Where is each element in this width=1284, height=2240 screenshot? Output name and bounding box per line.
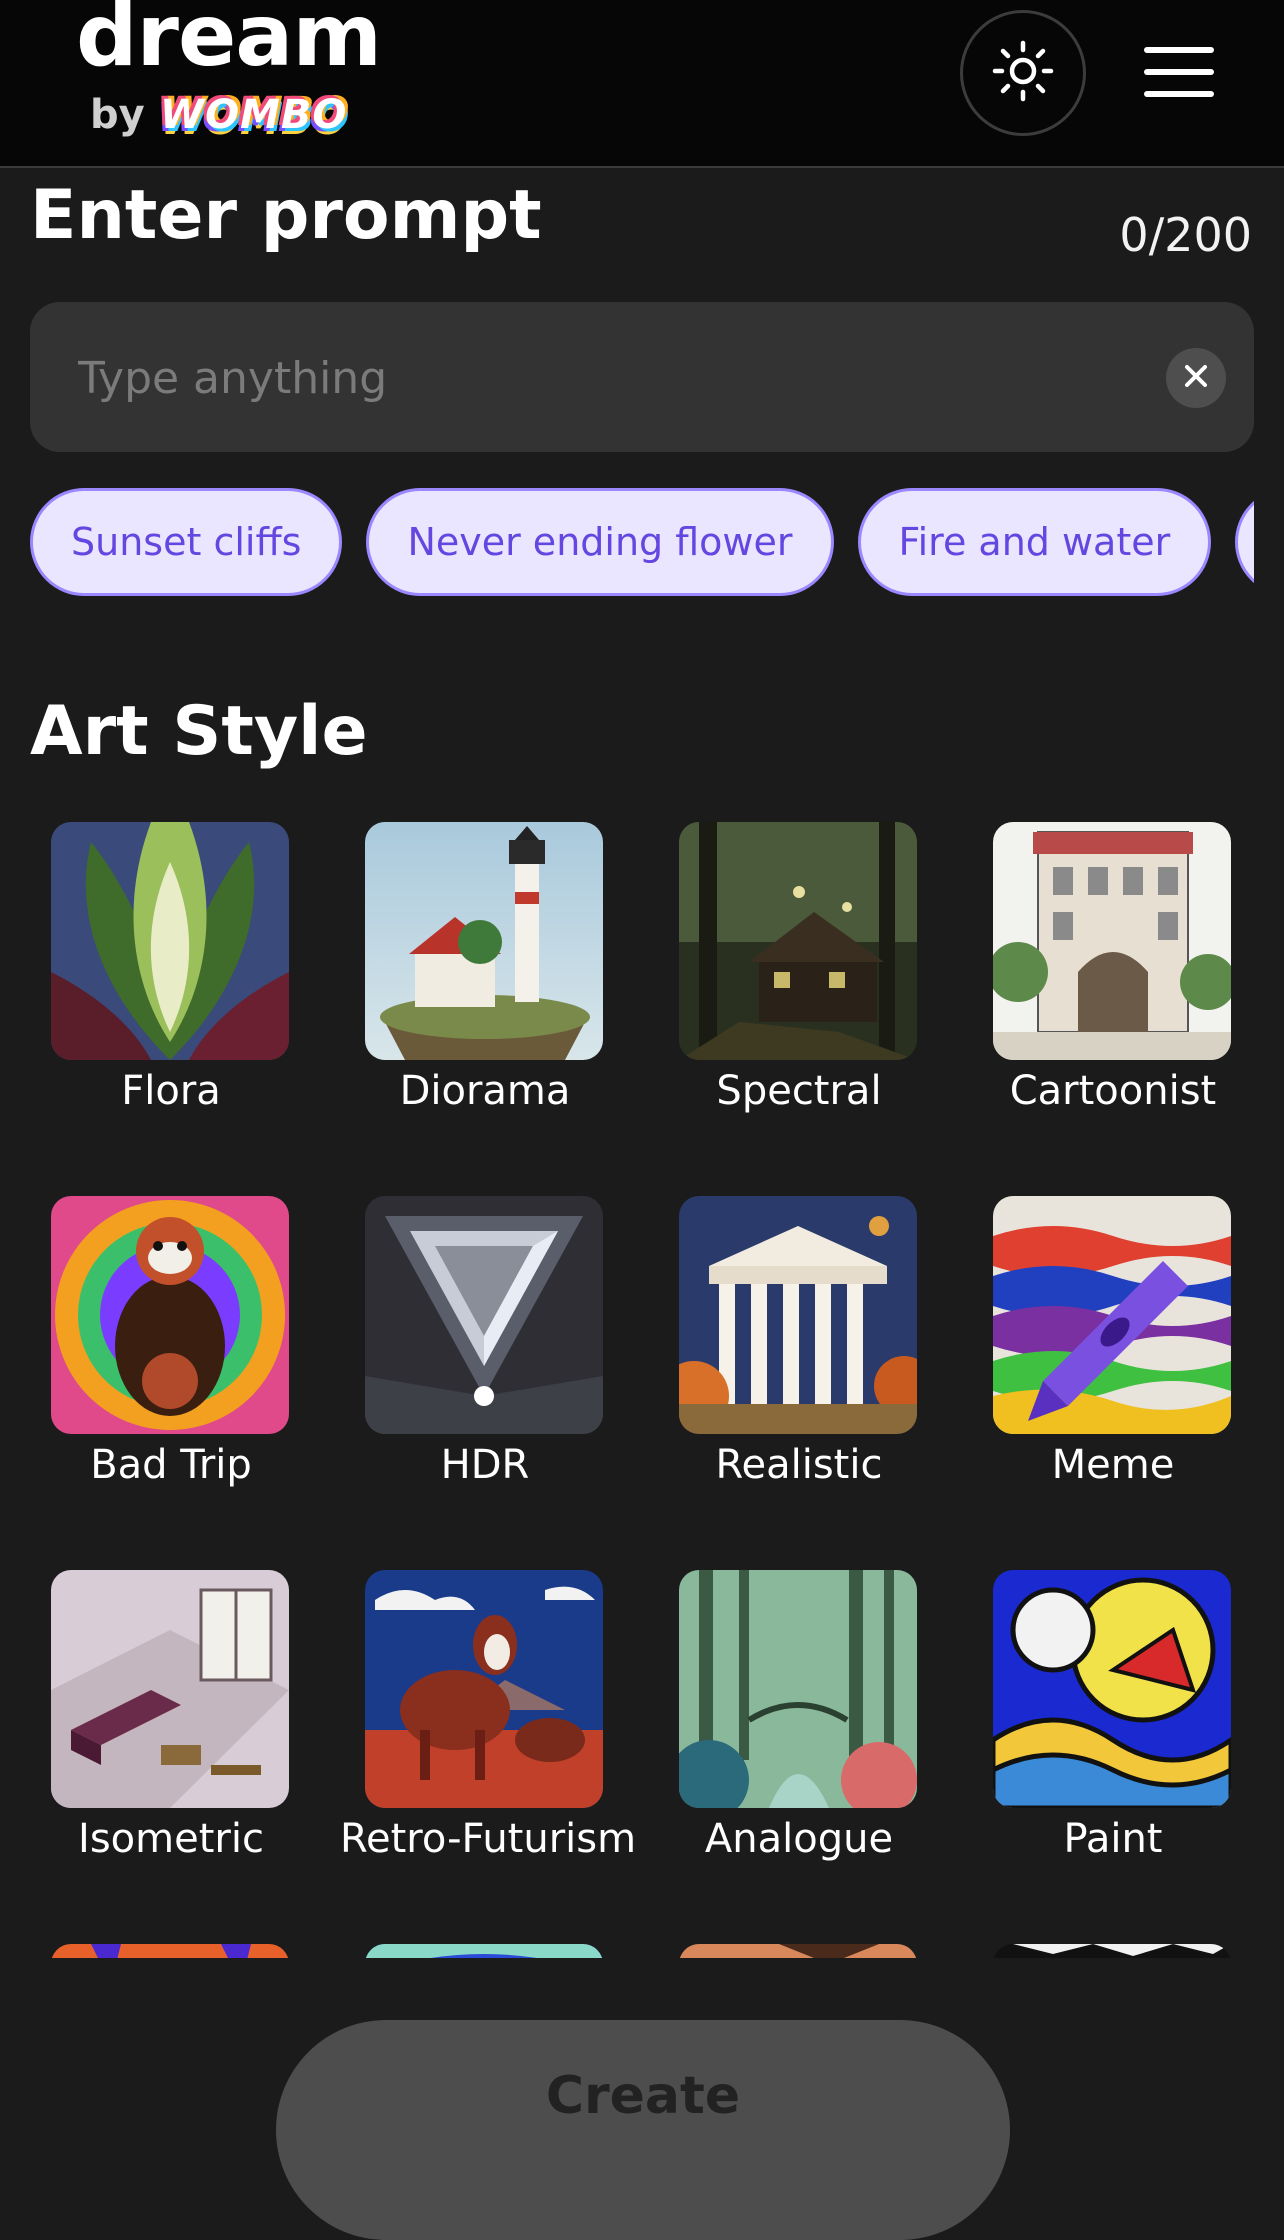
art-style-grid: Flora Diorama Spectral Cartoonist Bad Tr… [0,822,1284,1958]
style-card-realistic[interactable]: Realistic [654,1196,944,1526]
style-thumbnail [679,1944,917,1958]
style-card-row4-1[interactable] [26,1944,316,1958]
style-thumbnail [365,1944,603,1958]
style-label: Flora [121,1068,221,1114]
menu-button[interactable] [1134,34,1224,114]
style-card-diorama[interactable]: Diorama [340,822,630,1152]
create-button-label: Create [545,2066,741,2126]
close-icon [1183,363,1209,393]
art-style-title: Art Style [30,692,368,771]
style-thumbnail [993,822,1231,1060]
suggestion-chip[interactable]: DN [1235,488,1254,596]
style-label: Retro-Futurism [340,1816,637,1862]
style-card-bad-trip[interactable]: Bad Trip [26,1196,316,1526]
style-card-row4-3[interactable] [654,1944,944,1958]
style-thumbnail [365,1570,603,1808]
style-thumbnail [679,1196,917,1434]
style-label: Diorama [399,1068,571,1114]
style-card-analogue[interactable]: Analogue [654,1570,944,1900]
style-label: Spectral [716,1068,882,1114]
style-card-spectral[interactable]: Spectral [654,822,944,1152]
style-thumbnail [679,1570,917,1808]
style-thumbnail [993,1196,1231,1434]
style-thumbnail [51,1196,289,1434]
style-label: HDR [440,1442,530,1488]
suggestion-chip[interactable]: Never ending flower [366,488,834,596]
style-card-row4-2[interactable] [340,1944,630,1958]
app-header: dream by WOMBO [0,0,1284,168]
style-label: Meme [1051,1442,1175,1488]
style-thumbnail [365,1196,603,1434]
prompt-suggestions[interactable]: Sunset cliffs Never ending flower Fire and… [30,488,1254,600]
clear-prompt-button[interactable] [1166,348,1226,408]
style-thumbnail [365,822,603,1060]
create-button[interactable]: Create [276,2020,1010,2240]
sun-icon [991,39,1055,107]
style-thumbnail [51,1570,289,1808]
style-label: Bad Trip [90,1442,252,1488]
logo-by: by [90,92,145,138]
style-card-hdr[interactable]: HDR [340,1196,630,1526]
style-thumbnail [51,1944,289,1958]
logo-word: dream [76,0,382,86]
style-card-paint[interactable]: Paint [968,1570,1258,1900]
suggestion-chip[interactable]: Fire and water [857,488,1212,596]
style-label: Isometric [78,1816,264,1862]
character-counter: 0/200 [1119,208,1252,262]
prompt-field [30,302,1254,452]
style-label: Cartoonist [1009,1068,1217,1114]
prompt-title: Enter prompt [30,176,542,255]
style-thumbnail [51,822,289,1060]
style-label: Analogue [704,1816,894,1862]
style-thumbnail [993,1944,1231,1958]
style-thumbnail [993,1570,1231,1808]
hamburger-menu-icon [1143,45,1215,103]
style-card-flora[interactable]: Flora [26,822,316,1152]
style-card-row4-4[interactable] [968,1944,1258,1958]
style-label: Realistic [715,1442,883,1488]
suggestion-chip[interactable]: Sunset cliffs [30,488,343,596]
style-card-isometric[interactable]: Isometric [26,1570,316,1900]
prompt-input[interactable] [76,342,1080,414]
style-card-retro-futurism[interactable]: Retro-Futurism [340,1570,637,1900]
style-card-meme[interactable]: Meme [968,1196,1258,1526]
style-label: Paint [1063,1816,1163,1862]
logo-brand: WOMBO [160,92,348,138]
style-thumbnail [679,822,917,1060]
style-card-cartoonist[interactable]: Cartoonist [968,822,1258,1152]
theme-toggle-button[interactable] [960,10,1086,136]
